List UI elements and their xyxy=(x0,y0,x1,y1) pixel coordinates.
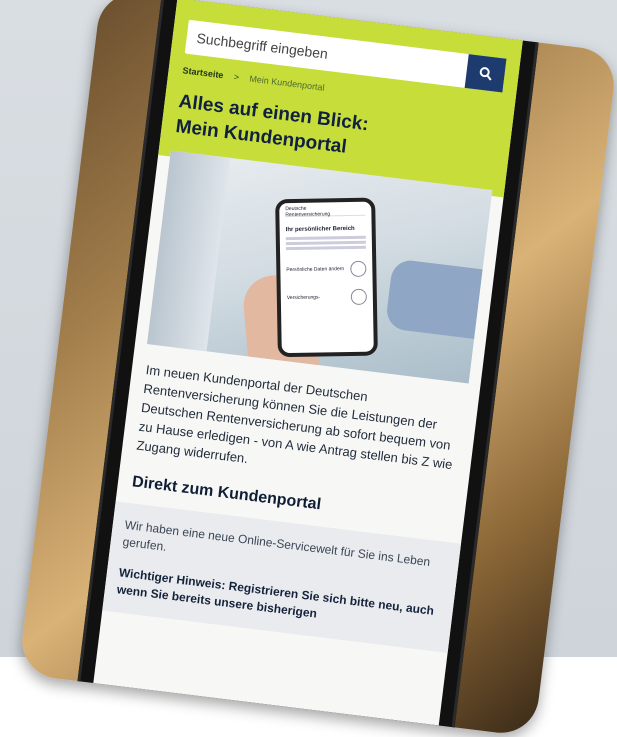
illustration-phone: Deutsche Rentenversicherung Ihr persönli… xyxy=(275,197,378,358)
mini-heading: Ihr persönlicher Bereich xyxy=(285,225,355,234)
intro-paragraph: Im neuen Kundenportal der Deutschen Rent… xyxy=(135,362,454,473)
mini-brand-line2: Rentenversicherung xyxy=(285,211,331,219)
breadcrumb-separator: > xyxy=(233,71,240,83)
mini-text-line xyxy=(285,240,366,246)
smartphone: Suchbegriff eingeben Startseite > Mein K… xyxy=(72,0,543,737)
search-button[interactable] xyxy=(464,54,507,93)
mini-row2-label: Versicherungs- xyxy=(286,294,321,302)
document-icon xyxy=(350,288,367,305)
mini-header: Deutsche Rentenversicherung xyxy=(285,204,366,219)
phone-screen: Suchbegriff eingeben Startseite > Mein K… xyxy=(89,0,525,737)
mini-row-insurance: Versicherungs- xyxy=(286,288,367,306)
breadcrumb-home[interactable]: Startseite xyxy=(182,65,224,80)
mini-row-data: Persönliche Daten ändern xyxy=(286,260,367,278)
window-frame xyxy=(147,150,231,352)
hero-image: Deutsche Rentenversicherung Ihr persönli… xyxy=(147,150,493,384)
person-leg xyxy=(384,258,483,339)
mini-text-line xyxy=(285,245,367,251)
person-icon xyxy=(350,260,367,277)
magnifier-icon xyxy=(479,67,492,81)
mini-row1-label: Persönliche Daten ändern xyxy=(286,266,345,274)
breadcrumb-current: Mein Kundenportal xyxy=(248,73,326,93)
photo-card: Suchbegriff eingeben Startseite > Mein K… xyxy=(17,0,617,737)
mini-text-line xyxy=(285,235,366,241)
